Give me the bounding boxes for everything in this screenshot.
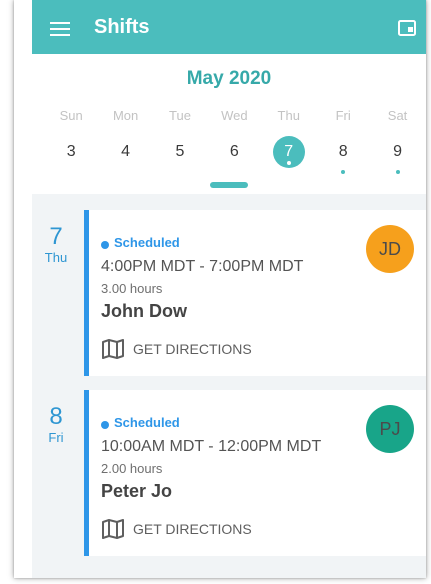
event-dot <box>341 170 346 174</box>
shift-time-range: 10:00AM MDT - 12:00PM MDT <box>101 438 322 455</box>
shift-card[interactable]: Scheduled 10:00AM MDT - 12:00PM MDT 2.00… <box>84 390 426 556</box>
get-directions-button[interactable]: GET DIRECTIONS <box>101 339 252 359</box>
weekday-wed: Wed <box>221 108 248 123</box>
date-number: 7 <box>284 143 294 160</box>
status-dot-icon <box>101 421 109 429</box>
get-directions-button[interactable]: GET DIRECTIONS <box>101 519 252 539</box>
weekday-thu: Thu <box>277 108 300 123</box>
date-cell[interactable]: 5 <box>153 136 207 172</box>
date-number-container: 9 <box>382 136 414 174</box>
date-cell[interactable]: 8 <box>316 136 370 174</box>
phone-screen: Shifts May 2020 Sun Mon Tue Wed Thu Fri … <box>14 0 426 578</box>
shift-duration: 2.00 hours <box>101 461 163 476</box>
date-number: 6 <box>229 143 239 160</box>
selected-date: 7 <box>272 136 305 168</box>
shift-day-label: 7 Thu <box>32 224 80 266</box>
shift-list-item: 8 Fri Scheduled 10:00AM MDT - 12:00PM MD… <box>32 374 426 556</box>
week-calendar: May 2020 Sun Mon Tue Wed Thu Fri Sat 3 4… <box>32 54 426 194</box>
avatar-initials: JD <box>379 238 401 259</box>
event-dot <box>286 161 291 165</box>
menu-icon[interactable] <box>50 22 70 36</box>
date-number: 9 <box>393 143 402 160</box>
app-title: Shifts <box>94 16 150 38</box>
avatar-initials: PJ <box>379 418 401 439</box>
weekday-sun: Sun <box>59 108 83 123</box>
shift-status: Scheduled <box>114 235 180 250</box>
weekday-mon: Mon <box>112 108 139 123</box>
shift-day-name: Fri <box>48 430 64 445</box>
avatar: JD <box>366 225 414 273</box>
app-bar: Shifts <box>32 0 426 54</box>
shift-day-name: Thu <box>44 250 68 265</box>
map-icon <box>102 519 124 539</box>
map-icon <box>102 339 124 359</box>
shift-day-number: 7 <box>49 223 63 250</box>
shift-card[interactable]: Scheduled 4:00PM MDT - 7:00PM MDT 3.00 h… <box>84 210 426 376</box>
date-cell[interactable]: 7 <box>262 136 316 172</box>
shift-duration: 3.00 hours <box>101 281 163 296</box>
employee-name: John Dow <box>101 301 187 321</box>
date-number: 8 <box>338 143 348 160</box>
date-cell[interactable]: 6 <box>207 136 261 172</box>
avatar: PJ <box>366 405 414 453</box>
shift-list: 7 Thu Scheduled 4:00PM MDT - 7:00PM MDT … <box>32 194 426 578</box>
date-number: 5 <box>175 143 185 160</box>
weekday-sat: Sat <box>387 108 408 123</box>
date-row: 3 4 5 6 7 8 9 <box>44 136 425 174</box>
date-number: 4 <box>121 143 131 160</box>
date-cell[interactable]: 3 <box>44 136 98 172</box>
shift-day-number: 8 <box>49 403 63 430</box>
get-directions-label: GET DIRECTIONS <box>133 521 252 537</box>
date-cell[interactable]: 9 <box>370 136 424 174</box>
weekday-tue: Tue <box>169 108 191 123</box>
date-number-container: 8 <box>327 136 359 174</box>
weekday-row: Sun Mon Tue Wed Thu Fri Sat <box>44 108 425 123</box>
calendar-view-icon[interactable] <box>398 20 416 36</box>
event-dot <box>395 170 400 174</box>
employee-name: Peter Jo <box>101 481 173 501</box>
shift-time-range: 4:00PM MDT - 7:00PM MDT <box>101 258 304 275</box>
shift-list-item: 7 Thu Scheduled 4:00PM MDT - 7:00PM MDT … <box>32 194 426 376</box>
month-title[interactable]: May 2020 <box>32 68 426 90</box>
date-number: 3 <box>66 143 76 160</box>
weekday-fri: Fri <box>335 108 351 123</box>
shift-day-label: 8 Fri <box>32 404 80 446</box>
date-cell[interactable]: 4 <box>98 136 152 172</box>
week-scroll-indicator[interactable] <box>210 182 248 188</box>
get-directions-label: GET DIRECTIONS <box>133 341 252 357</box>
shift-status: Scheduled <box>114 415 180 430</box>
status-dot-icon <box>101 241 109 249</box>
